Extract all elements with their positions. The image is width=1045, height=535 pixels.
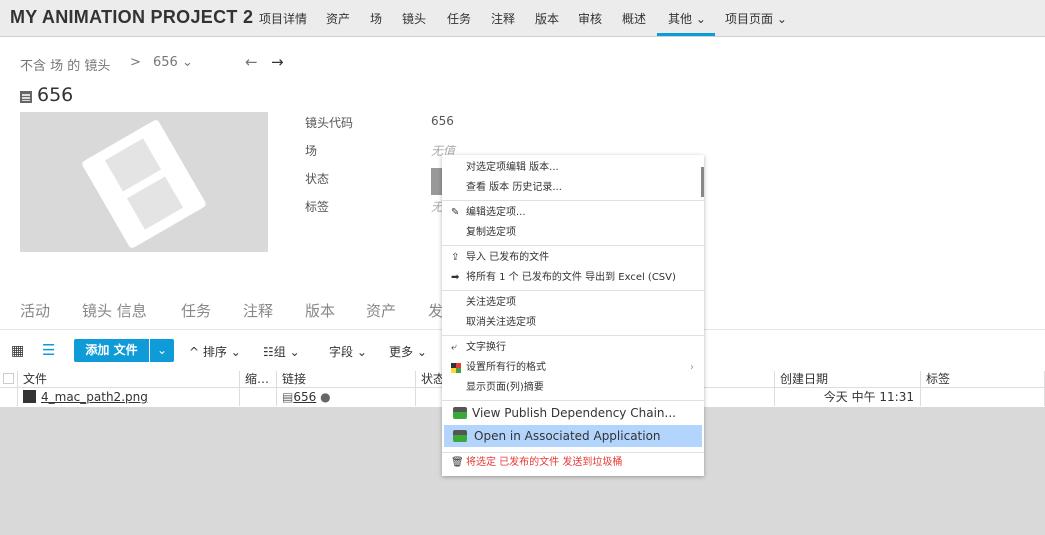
file-cell: 4_mac_path2.png	[18, 388, 240, 406]
group-label: 组 ⌄	[273, 345, 300, 359]
nav-notes[interactable]: 注释	[491, 10, 515, 27]
menu-follow[interactable]: 关注选定项	[442, 293, 704, 313]
field-label-scene: 场	[305, 144, 318, 158]
thumbnail-cell[interactable]	[240, 388, 277, 406]
active-nav-indicator	[657, 33, 715, 36]
app-icon	[453, 407, 467, 419]
sort-label: 排序 ⌄	[202, 345, 241, 359]
list-view-icon[interactable]: ☰	[42, 341, 55, 359]
film-placeholder-icon	[80, 118, 208, 250]
tab-assets[interactable]: 资产	[366, 300, 396, 321]
field-label-tags: 标签	[305, 200, 330, 214]
add-file-button[interactable]: 添加 文件	[74, 339, 149, 362]
image-icon	[23, 390, 36, 403]
menu-wrap-text[interactable]: ⤶ 文字换行	[442, 338, 704, 358]
more-button[interactable]: 更多 ⌄	[389, 343, 427, 360]
status-dot-icon: ●	[320, 390, 331, 404]
film-icon	[20, 91, 32, 103]
pencil-icon: ✎	[451, 207, 460, 218]
nav-scenes[interactable]: 场	[370, 10, 382, 27]
menu-label: 编辑选定项...	[466, 207, 526, 218]
col-header-tags[interactable]: 标签	[921, 371, 1045, 388]
breadcrumb-current[interactable]: 656 ⌄	[153, 55, 193, 70]
select-all-checkbox[interactable]	[0, 371, 18, 388]
tab-notes[interactable]: 注释	[243, 300, 273, 321]
import-icon: ⇪	[451, 252, 460, 263]
nav-project-pages[interactable]: 项目页面 ⌄	[725, 10, 787, 27]
col-header-created[interactable]: 创建日期	[775, 371, 921, 388]
col-header-file[interactable]: 文件	[18, 371, 240, 388]
menu-send-to-trash[interactable]: 🗑 将选定 已发布的文件 发送到垃圾桶	[442, 453, 704, 473]
menu-label: 导入 已发布的文件	[466, 252, 550, 263]
menu-format-rows[interactable]: 设置所有行的格式 ›	[442, 358, 704, 378]
menu-label: Open in Associated Application	[474, 429, 661, 443]
menu-view-version-history[interactable]: 查看 版本 历史记录...	[442, 178, 704, 198]
export-icon: ➡	[451, 272, 460, 283]
field-value-code[interactable]: 656	[431, 114, 454, 128]
film-icon: ▤	[282, 390, 294, 404]
menu-export-csv[interactable]: ➡ 将所有 1 个 已发布的文件 导出到 Excel (CSV)	[442, 268, 704, 288]
tab-activity[interactable]: 活动	[20, 300, 50, 321]
sort-button[interactable]: ^ 排序 ⌄	[189, 343, 241, 360]
wrap-text-icon: ⤶	[451, 342, 457, 353]
add-file-dropdown-button[interactable]: ⌄	[150, 339, 174, 362]
trash-icon: 🗑	[451, 457, 464, 468]
menu-view-publish-chain[interactable]: View Publish Dependency Chain...	[442, 402, 704, 424]
group-button[interactable]: ☷组 ⌄	[263, 343, 300, 360]
menu-label: 将选定 已发布的文件 发送到垃圾桶	[466, 457, 623, 468]
tab-versions[interactable]: 版本	[305, 300, 335, 321]
menu-show-summary[interactable]: 显示页面(列)摘要	[442, 378, 704, 398]
created-cell: 今天 中午 11:31	[775, 388, 921, 406]
col-header-thumbnail[interactable]: 缩…	[240, 371, 277, 388]
nav-other[interactable]: 其他 ⌄	[668, 10, 706, 27]
menu-label: 文字换行	[466, 342, 506, 353]
menu-unfollow[interactable]: 取消关注选定项	[442, 313, 704, 333]
nav-overview[interactable]: 概述	[622, 10, 646, 27]
field-label-status: 状态	[305, 172, 330, 186]
file-link[interactable]: 4_mac_path2.png	[41, 390, 148, 404]
row-checkbox[interactable]	[0, 388, 18, 406]
nav-review[interactable]: 审核	[578, 10, 602, 27]
menu-label: View Publish Dependency Chain...	[472, 406, 676, 420]
tab-shot-info[interactable]: 镜头 信息	[82, 300, 147, 321]
nav-versions[interactable]: 版本	[535, 10, 559, 27]
field-label-code: 镜头代码	[305, 116, 354, 130]
submenu-chevron-icon: ›	[690, 362, 694, 373]
shot-link[interactable]: 656	[293, 390, 316, 404]
nav-assets[interactable]: 资产	[326, 10, 350, 27]
link-cell: ▤656 ●	[277, 388, 416, 406]
grid-view-icon[interactable]: ▦	[11, 343, 24, 359]
entity-title: 656	[37, 84, 74, 106]
nav-tasks[interactable]: 任务	[447, 10, 471, 27]
next-arrow-icon[interactable]: →	[271, 53, 284, 71]
format-icon	[451, 363, 461, 373]
context-menu: 对选定项编辑 版本... 查看 版本 历史记录... ✎ 编辑选定项... 复制选…	[442, 155, 704, 476]
menu-label: 设置所有行的格式	[466, 362, 546, 373]
nav-project-details[interactable]: 项目详情	[259, 10, 307, 27]
fields-button[interactable]: 字段 ⌄	[329, 343, 367, 360]
menu-open-associated-app[interactable]: Open in Associated Application	[444, 425, 702, 447]
menu-label: 将所有 1 个 已发布的文件 导出到 Excel (CSV)	[466, 272, 676, 283]
breadcrumb-parent[interactable]: 不含 场 的 镜头	[20, 55, 110, 74]
app-icon	[453, 430, 467, 442]
menu-import[interactable]: ⇪ 导入 已发布的文件	[442, 248, 704, 268]
tab-tasks[interactable]: 任务	[181, 300, 211, 321]
tags-cell[interactable]	[921, 388, 1045, 406]
thumbnail[interactable]	[20, 112, 268, 252]
menu-edit-selected[interactable]: ✎ 编辑选定项...	[442, 203, 704, 223]
col-header-link[interactable]: 链接	[277, 371, 416, 388]
menu-edit-versions[interactable]: 对选定项编辑 版本...	[442, 158, 704, 178]
breadcrumb-separator: >	[130, 55, 141, 70]
nav-shots[interactable]: 镜头	[402, 10, 426, 27]
project-title[interactable]: MY ANIMATION PROJECT 2	[10, 7, 253, 28]
prev-arrow-icon[interactable]: ←	[245, 53, 258, 71]
menu-duplicate-selected[interactable]: 复制选定项	[442, 223, 704, 243]
tab-published[interactable]: 发	[428, 300, 443, 321]
